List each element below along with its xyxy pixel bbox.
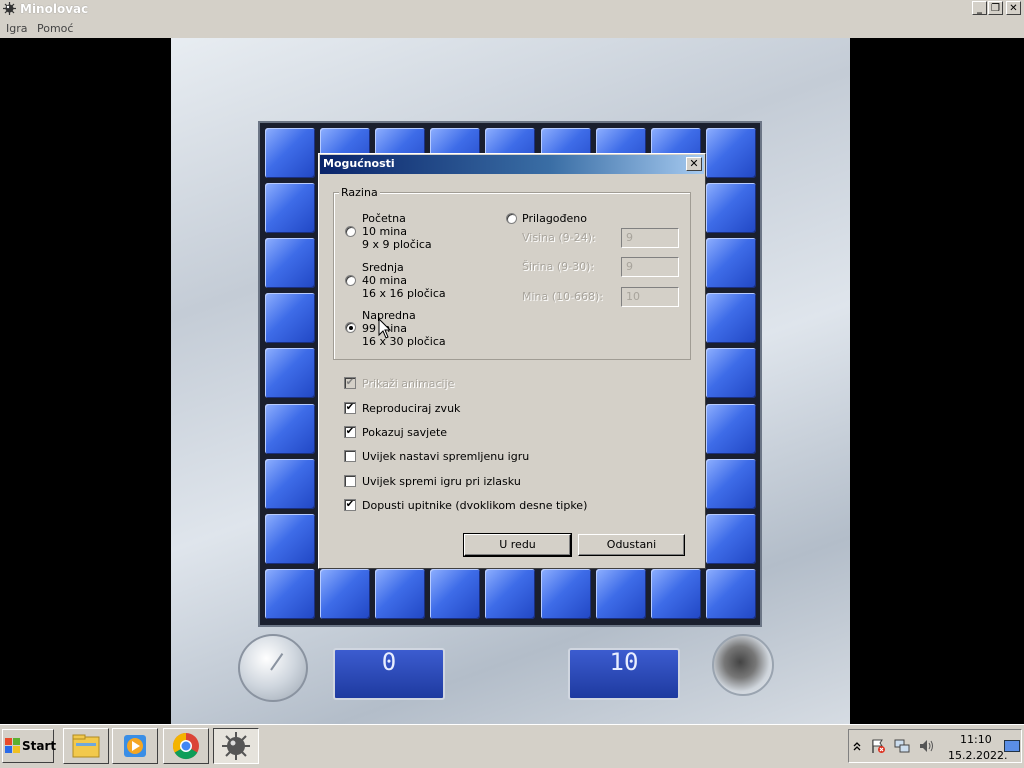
- ok-button[interactable]: U redu: [463, 533, 572, 557]
- checkbox-question-marks[interactable]: ✔: [344, 499, 356, 511]
- option-tips-label[interactable]: Pokazuj savjete: [362, 426, 447, 439]
- mine-tile[interactable]: [485, 568, 536, 619]
- option-continue-saved-label[interactable]: Uvijek nastavi spremljenu igru: [362, 450, 529, 463]
- network-icon[interactable]: [894, 738, 910, 754]
- custom-height-label: Visina (9-24):: [522, 231, 596, 244]
- mine-tile[interactable]: [705, 238, 756, 289]
- taskbar-explorer-button[interactable]: [63, 728, 109, 764]
- mine-tile[interactable]: [320, 568, 371, 619]
- level-intermediate-mines[interactable]: 40 mina: [362, 274, 407, 287]
- checkbox-tips[interactable]: ✔: [344, 426, 356, 438]
- mine-tile[interactable]: [595, 568, 646, 619]
- checkbox-animations[interactable]: ✔: [344, 377, 356, 389]
- minimize-button[interactable]: _: [972, 1, 987, 15]
- mine-tile[interactable]: [265, 183, 315, 234]
- windows-logo-icon: [5, 738, 20, 753]
- cancel-button[interactable]: Odustani: [578, 534, 685, 556]
- show-hidden-icons-icon[interactable]: [852, 740, 862, 752]
- mine-tile[interactable]: [540, 568, 591, 619]
- mine-icon: [3, 2, 16, 15]
- menu-igra[interactable]: Igra: [6, 22, 28, 35]
- window-titlebar[interactable]: [0, 0, 1024, 19]
- dialog-close-button[interactable]: ✕: [686, 157, 702, 171]
- media-player-icon: [124, 735, 146, 757]
- mine-tile[interactable]: [650, 568, 701, 619]
- start-label[interactable]: Start: [22, 739, 56, 753]
- mine-tile[interactable]: [265, 128, 315, 178]
- mine-tile[interactable]: [265, 238, 315, 289]
- restore-button[interactable]: ❐: [988, 1, 1003, 15]
- mine-tile[interactable]: [265, 403, 315, 454]
- show-desktop-icon[interactable]: [1004, 740, 1020, 752]
- mine-tile[interactable]: [265, 293, 315, 344]
- mouse-cursor-icon: [378, 318, 392, 339]
- mine-tile[interactable]: [430, 568, 481, 619]
- taskbar-chrome-button[interactable]: [163, 728, 209, 764]
- mine-tile[interactable]: [375, 568, 426, 619]
- mine-tile[interactable]: [265, 513, 315, 564]
- level-group-label: Razina: [339, 186, 380, 199]
- radio-custom[interactable]: [506, 213, 517, 224]
- taskbar-clock-date[interactable]: 15.2.2022.: [948, 749, 1007, 762]
- option-save-on-exit-label[interactable]: Uvijek spremi igru pri izlasku: [362, 475, 521, 488]
- option-sound-label[interactable]: Reproduciraj zvuk: [362, 402, 460, 415]
- checkbox-continue-saved[interactable]: [344, 450, 356, 462]
- timer-value: 0: [381, 648, 397, 676]
- custom-mines-label: Mina (10-668):: [522, 290, 604, 303]
- mine-tile[interactable]: [265, 568, 315, 619]
- mine-tile[interactable]: [705, 128, 756, 178]
- level-intermediate-size[interactable]: 16 x 16 pločica: [362, 287, 446, 300]
- menu-pomoc[interactable]: Pomoć: [37, 22, 73, 35]
- mine-counter-icon: [712, 634, 774, 696]
- custom-height-field[interactable]: 9: [621, 228, 679, 248]
- file-explorer-icon: [72, 734, 100, 758]
- close-button[interactable]: ✕: [1006, 1, 1021, 15]
- option-animations-label[interactable]: Prikaži animacije: [362, 377, 454, 390]
- radio-expert[interactable]: [345, 322, 356, 333]
- custom-label[interactable]: Prilagođeno: [522, 212, 587, 225]
- window-title: Minolovac: [20, 2, 89, 16]
- mine-tile[interactable]: [705, 293, 756, 344]
- mine-tile[interactable]: [705, 513, 756, 564]
- mine-tile[interactable]: [705, 183, 756, 234]
- checkbox-save-on-exit[interactable]: [344, 475, 356, 487]
- mine-tile[interactable]: [705, 458, 756, 509]
- level-beginner-mines[interactable]: 10 mina: [362, 225, 407, 238]
- level-beginner-size[interactable]: 9 x 9 pločica: [362, 238, 432, 251]
- taskbar-media-player-button[interactable]: [112, 728, 158, 764]
- custom-width-field[interactable]: 9: [621, 257, 679, 277]
- level-expert-size[interactable]: 16 x 30 pločica: [362, 335, 446, 348]
- custom-mines-field[interactable]: 10: [621, 287, 679, 307]
- custom-width-label: Širina (9-30):: [522, 260, 595, 273]
- mine-counter-value: 10: [609, 648, 639, 676]
- taskbar-clock-time[interactable]: 11:10: [960, 733, 992, 746]
- mine-tile[interactable]: [265, 458, 315, 509]
- minesweeper-icon: [222, 732, 250, 760]
- option-question-marks-label[interactable]: Dopusti upitnike (dvoklikom desne tipke): [362, 499, 587, 512]
- checkbox-sound[interactable]: ✔: [344, 402, 356, 414]
- mine-tile[interactable]: [265, 348, 315, 399]
- chrome-icon: [172, 732, 199, 760]
- radio-beginner[interactable]: [345, 226, 356, 237]
- level-intermediate-name[interactable]: Srednja: [362, 261, 404, 274]
- action-center-flag-icon[interactable]: [870, 738, 886, 754]
- dialog-title: Mogućnosti: [323, 157, 395, 170]
- menu-bar: [0, 18, 1024, 38]
- mine-tile[interactable]: [705, 348, 756, 399]
- level-beginner-name[interactable]: Početna: [362, 212, 406, 225]
- radio-intermediate[interactable]: [345, 275, 356, 286]
- mine-tile[interactable]: [705, 568, 756, 619]
- mine-tile[interactable]: [705, 403, 756, 454]
- taskbar-minesweeper-button[interactable]: [213, 728, 259, 764]
- volume-icon[interactable]: [918, 738, 936, 754]
